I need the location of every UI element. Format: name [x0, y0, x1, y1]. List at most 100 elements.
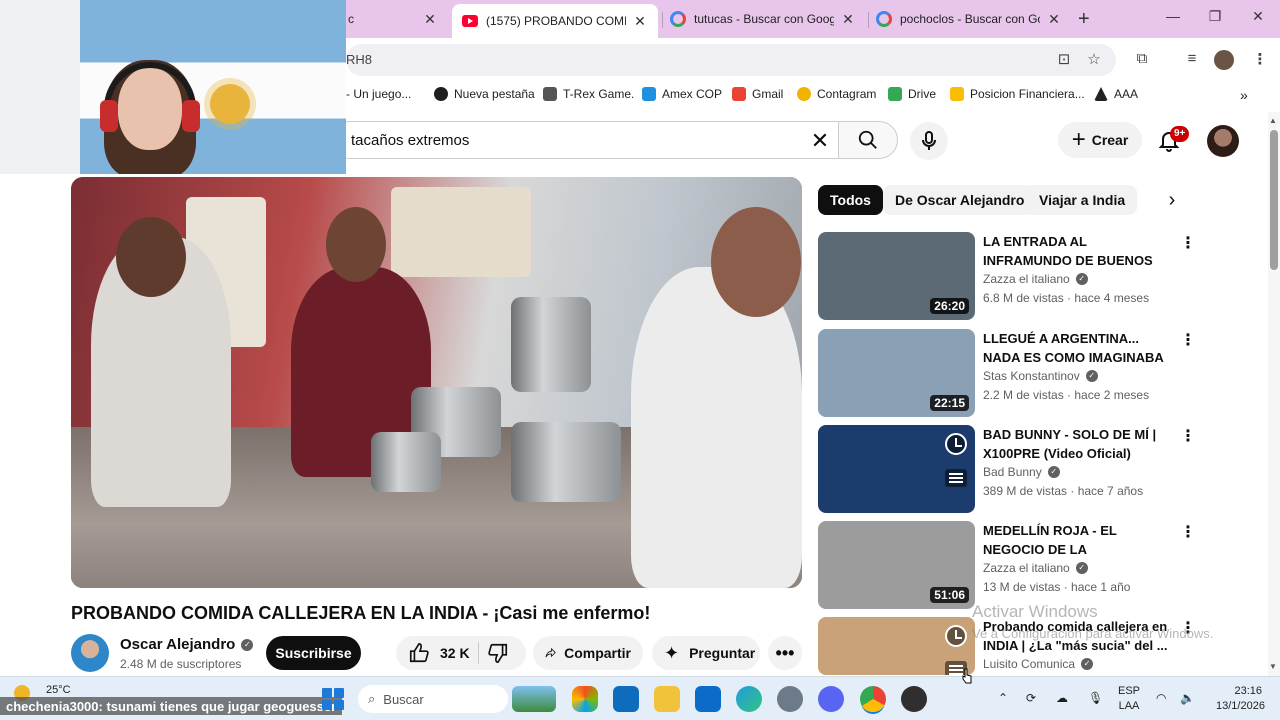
extensions-icon[interactable]: ⧉: [1132, 50, 1152, 70]
recommendation-channel[interactable]: Zazza el italiano ✓: [983, 561, 1088, 575]
more-vertical-icon[interactable]: ⋮: [1180, 331, 1196, 351]
like-count[interactable]: 32 K: [440, 645, 470, 661]
recommendation-card[interactable]: 26:20 LA ENTRADA AL INFRAMUNDO DE BUENOS …: [818, 232, 1198, 322]
close-icon[interactable]: ✕: [1046, 11, 1062, 28]
sync-icon[interactable]: ⟳: [1026, 691, 1036, 705]
profile-avatar[interactable]: [1214, 50, 1234, 70]
voice-search-button[interactable]: [910, 122, 948, 160]
chevron-up-icon[interactable]: ⌃: [998, 691, 1008, 705]
recommendation-title[interactable]: BAD BUNNY - SOLO DE MÍ | X100PRE (Video …: [983, 425, 1173, 463]
close-icon[interactable]: ✕: [840, 11, 856, 28]
ask-button[interactable]: ✦ Preguntar: [652, 636, 760, 670]
outlook-icon[interactable]: [613, 686, 639, 712]
scrollbar-thumb[interactable]: [1270, 130, 1278, 270]
watch-later-clock-icon[interactable]: [945, 433, 967, 455]
recommendation-title[interactable]: MEDELLÍN ROJA - EL NEGOCIO DE LA PROSTIT…: [983, 521, 1173, 559]
recommendation-card[interactable]: BAD BUNNY - SOLO DE MÍ | X100PRE (Video …: [818, 425, 1198, 515]
recommendation-title[interactable]: LA ENTRADA AL INFRAMUNDO DE BUENOS AIRES…: [983, 232, 1173, 270]
add-to-queue-icon[interactable]: [945, 469, 967, 487]
input-language[interactable]: ESP LAA: [1118, 684, 1140, 714]
bookmark-star-icon[interactable]: ☆: [1084, 50, 1104, 70]
recommendation-channel[interactable]: Zazza el italiano ✓: [983, 272, 1088, 286]
bookmark-item[interactable]: Contagram: [797, 87, 876, 101]
volume-icon[interactable]: 🔈: [1180, 691, 1195, 705]
bookmark-item[interactable]: AAA: [1094, 87, 1138, 101]
recommendation-channel-name: Zazza el italiano: [983, 561, 1070, 575]
scroll-down-arrow-icon[interactable]: ▼: [1269, 662, 1277, 671]
tab-partial[interactable]: c ✕: [338, 4, 448, 34]
tab-google-pochoclos[interactable]: pochoclos - Buscar con Goo ✕: [866, 4, 1072, 34]
recommendation-thumbnail[interactable]: 22:15: [818, 329, 975, 417]
edge-icon[interactable]: [736, 686, 762, 712]
obs-icon[interactable]: [901, 686, 927, 712]
widgets-icon[interactable]: [512, 686, 556, 712]
scroll-up-arrow-icon[interactable]: ▲: [1269, 116, 1277, 125]
microphone-icon[interactable]: 🎙: [1088, 691, 1103, 705]
dislike-icon[interactable]: [487, 642, 509, 664]
account-avatar[interactable]: [1207, 125, 1239, 157]
more-actions-button[interactable]: •••: [768, 636, 802, 670]
install-app-icon[interactable]: ⊡: [1054, 50, 1074, 70]
network-cloud-icon[interactable]: ☁: [1056, 691, 1068, 705]
recommendation-title[interactable]: LLEGUÉ A ARGENTINA... NADA ES COMO IMAGI…: [983, 329, 1173, 367]
window-close-button[interactable]: ✕: [1248, 8, 1268, 25]
clear-search-icon[interactable]: ✕: [808, 128, 832, 154]
share-button[interactable]: Compartir: [533, 636, 643, 670]
weather-temperature[interactable]: 25°C: [46, 684, 71, 696]
recommendation-card[interactable]: 51:06 MEDELLÍN ROJA - EL NEGOCIO DE LA PR…: [818, 521, 1198, 611]
recommendation-card[interactable]: 22:15 LLEGUÉ A ARGENTINA... NADA ES COMO …: [818, 329, 1198, 419]
subscribe-button[interactable]: Suscribirse: [266, 636, 361, 670]
more-vertical-icon[interactable]: ⋮: [1180, 427, 1196, 447]
bookmark-item[interactable]: T-Rex Game.: [543, 87, 634, 101]
recommendation-thumbnail[interactable]: [818, 617, 975, 675]
restore-button[interactable]: ❐: [1205, 8, 1225, 25]
watch-later-clock-icon[interactable]: [945, 625, 967, 647]
recommendation-thumbnail[interactable]: [818, 425, 975, 513]
chip-todos[interactable]: Todos: [818, 185, 883, 215]
video-player[interactable]: [71, 177, 802, 588]
search-input[interactable]: tacaños extremos ✕: [330, 121, 838, 159]
bookmark-item[interactable]: - Un juego...: [346, 87, 411, 101]
copilot-icon[interactable]: [572, 686, 598, 712]
chrome-icon[interactable]: [860, 686, 886, 712]
recommendation-thumbnail[interactable]: 26:20: [818, 232, 975, 320]
windows-start-icon[interactable]: [322, 688, 344, 710]
more-vertical-icon[interactable]: ⋮: [1180, 234, 1196, 254]
new-tab-button[interactable]: +: [1078, 8, 1090, 31]
tab-youtube-active[interactable]: (1575) PROBANDO COMIDA ✕: [452, 4, 658, 38]
recommendation-channel[interactable]: Luisito Comunica ✓: [983, 657, 1094, 671]
bookmark-item[interactable]: Posicion Financiera...: [950, 87, 1085, 101]
address-bar[interactable]: RH8: [346, 44, 1116, 76]
recommendation-channel[interactable]: Bad Bunny ✓: [983, 465, 1060, 479]
store-icon[interactable]: [695, 686, 721, 712]
bookmark-item[interactable]: Amex COP: [642, 87, 722, 101]
video-duration-badge: 26:20: [930, 298, 969, 314]
system-clock[interactable]: 23:16 13/1/2026: [1216, 684, 1265, 714]
more-vertical-icon[interactable]: ⋮: [1180, 523, 1196, 543]
close-icon[interactable]: ✕: [632, 13, 648, 30]
bookmark-item[interactable]: Gmail: [732, 87, 783, 101]
minimize-button[interactable]: —: [1163, 8, 1183, 24]
taskbar-search[interactable]: ⌕ Buscar: [358, 685, 508, 713]
file-explorer-icon[interactable]: [654, 686, 680, 712]
create-button[interactable]: + Crear: [1058, 122, 1142, 158]
recommendation-channel[interactable]: Stas Konstantinov ✓: [983, 369, 1098, 383]
chevron-right-icon[interactable]: ›: [1160, 189, 1184, 213]
settings-gear-icon[interactable]: [777, 686, 803, 712]
search-button[interactable]: [838, 121, 898, 159]
close-icon[interactable]: ✕: [422, 11, 438, 28]
chip-channel[interactable]: De Oscar Alejandro: [883, 185, 1037, 215]
bookmark-item[interactable]: Nueva pestaña: [434, 87, 535, 101]
wifi-icon[interactable]: ◠: [1156, 691, 1166, 705]
channel-avatar[interactable]: [71, 634, 109, 672]
bookmarks-overflow-icon[interactable]: »: [1240, 87, 1248, 103]
media-control-icon[interactable]: ≡: [1182, 50, 1202, 70]
bookmark-item[interactable]: Drive: [888, 87, 936, 101]
tab-google-tutucas[interactable]: tutucas - Buscar con Google ✕: [660, 4, 866, 34]
chip-india[interactable]: Viajar a India: [1027, 185, 1138, 215]
discord-icon[interactable]: [818, 686, 844, 712]
recommendation-thumbnail[interactable]: 51:06: [818, 521, 975, 609]
like-icon[interactable]: [408, 642, 430, 664]
more-menu-icon[interactable]: ⋮: [1250, 50, 1270, 70]
channel-name[interactable]: Oscar Alejandro ✓: [120, 636, 254, 653]
